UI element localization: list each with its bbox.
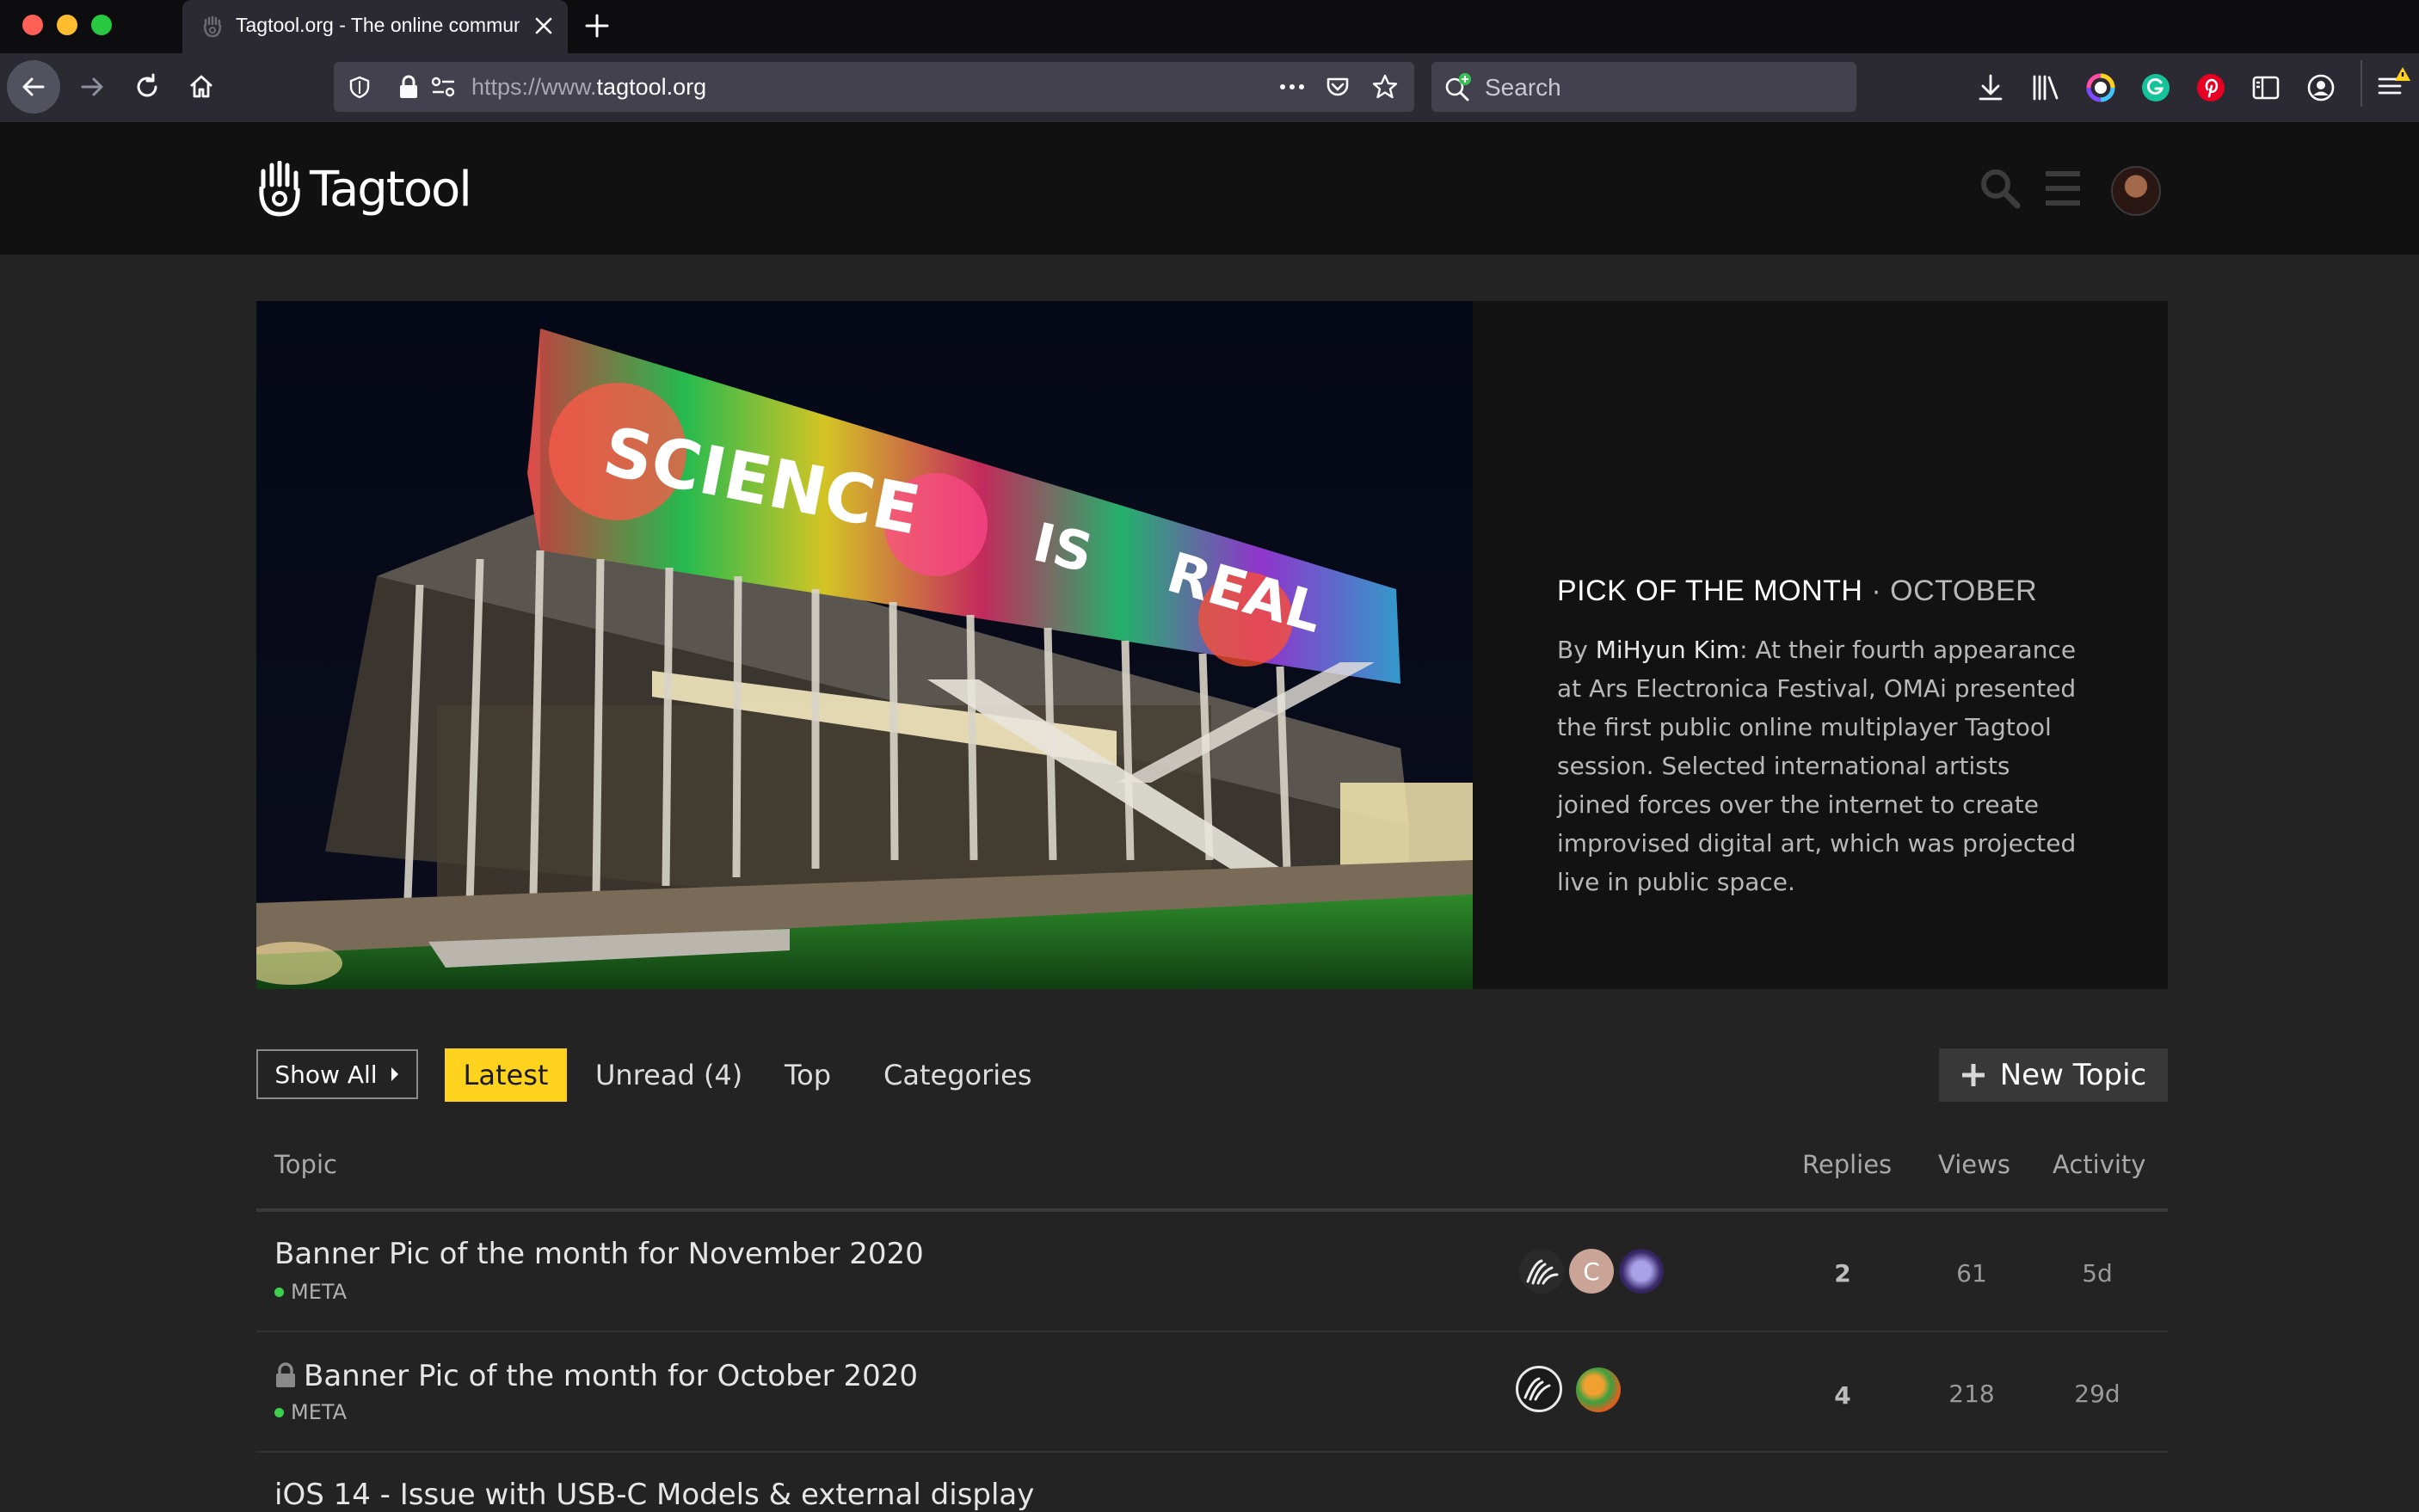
new-topic-label: New Topic [1999,1058,2147,1092]
replies-count: 2 [1834,1259,1851,1288]
back-button[interactable] [7,60,60,114]
show-all-label: Show All [274,1060,378,1089]
address-bar[interactable]: https://www.tagtool.org [334,62,1414,112]
avatar-initial: C [1583,1257,1600,1286]
banner-text: PICK OF THE MONTH · OCTOBER By MiHyun Ki… [1557,575,2090,901]
download-icon[interactable] [1975,72,2006,103]
url-domain: tagtool.org [596,74,707,100]
new-tab-icon[interactable] [582,10,612,41]
sidebar-icon[interactable] [2250,72,2281,103]
tagtool-hand-icon [259,161,300,217]
reload-button[interactable] [120,60,174,114]
zoom-window-button[interactable] [91,15,112,35]
url-prefix: https://www. [471,74,597,100]
tab-top[interactable]: Top [785,1048,831,1102]
poster-avatar[interactable] [1519,1249,1564,1294]
app-menu-icon[interactable] [2374,65,2412,103]
category-color-dot [274,1287,284,1297]
topic-title-link[interactable]: Banner Pic of the month for November 202… [274,1237,924,1271]
banner-heading: PICK OF THE MONTH · OCTOBER [1557,575,2090,608]
banner-description: By MiHyun Kim: At their fourth appearanc… [1557,630,2090,901]
minimize-window-button[interactable] [57,15,77,35]
new-topic-button[interactable]: New Topic [1939,1048,2168,1102]
category-badge[interactable]: META [274,1280,347,1304]
category-label: META [291,1280,348,1304]
library-icon[interactable] [2030,72,2061,103]
site-header: Tagtool [0,123,2419,255]
column-header-views[interactable]: Views [1938,1150,2010,1179]
tagtool-brush-avatar-icon [1523,1377,1551,1401]
account-icon[interactable] [2305,72,2336,103]
row-divider [256,1331,2168,1332]
permissions-icon[interactable] [430,75,456,99]
tab-unread[interactable]: Unread (4) [595,1048,742,1102]
table-header-divider [256,1208,2168,1212]
browser-toolbar: https://www.tagtool.org Search [0,53,2419,123]
bookmark-star-icon[interactable] [1371,73,1399,101]
tagtool-logo[interactable]: Tagtool [256,161,472,218]
column-header-activity[interactable]: Activity [2053,1150,2145,1179]
tagtool-favicon-icon [203,15,222,38]
url-text[interactable]: https://www.tagtool.org [471,74,706,101]
banner-by: By [1557,636,1596,664]
hamburger-menu-icon[interactable] [2044,167,2082,210]
search-icon[interactable] [1979,167,2022,210]
pinterest-icon[interactable] [2195,72,2226,103]
arrow-left-icon [22,77,45,96]
topic-title-link[interactable]: iOS 14 - Issue with USB-C Models & exter… [274,1478,1034,1512]
views-count: 218 [1948,1380,1995,1408]
banner-heading-text: PICK OF THE MONTH [1557,575,1863,607]
home-button[interactable] [175,60,228,114]
close-window-button[interactable] [22,15,43,35]
home-icon [190,75,212,98]
plus-icon [1961,1064,1985,1086]
category-badge[interactable]: META [274,1400,347,1424]
column-header-topic[interactable]: Topic [274,1150,337,1179]
toolbar-separator [2361,60,2362,107]
user-avatar[interactable] [2111,166,2161,216]
pocket-icon[interactable] [1325,74,1351,100]
banner-image[interactable]: SCIENCE IS REAL [256,301,1473,989]
search-placeholder: Search [1485,74,1561,101]
arrow-right-icon [81,77,103,96]
poster-avatar[interactable]: C [1569,1249,1614,1294]
banner-author-link[interactable]: MiHyun Kim [1596,636,1739,664]
category-label: META [291,1400,348,1424]
reload-icon [137,73,157,97]
views-count: 61 [1956,1259,1987,1288]
search-engine-icon[interactable] [1443,72,1474,101]
poster-avatar[interactable] [1576,1368,1621,1412]
category-color-dot [274,1407,284,1417]
tab-categories[interactable]: Categories [883,1048,1031,1102]
tab-title: Tagtool.org - The online community [236,14,520,36]
shield-icon[interactable] [348,75,372,99]
color-extension-icon[interactable] [2085,72,2116,103]
activity-age[interactable]: 29d [2046,1380,2149,1408]
tagtool-brush-avatar-icon [1526,1259,1559,1285]
replies-count: 4 [1834,1381,1851,1410]
browser-tab-active[interactable]: Tagtool.org - The online community [182,0,568,53]
browser-tab-bar: Tagtool.org - The online community [0,0,2419,53]
lock-icon [276,1362,295,1387]
ars-electronica-projection-photo: SCIENCE IS REAL [256,301,1473,989]
caret-right-icon [391,1067,398,1081]
banner-description-text: : At their fourth appearance at Ars Elec… [1557,636,2077,896]
close-tab-icon[interactable] [530,12,557,40]
grammarly-icon[interactable] [2140,72,2171,103]
poster-avatar[interactable] [1619,1249,1664,1294]
activity-age[interactable]: 5d [2046,1259,2149,1288]
row-divider [256,1451,2168,1453]
logo-text: Tagtool [310,161,472,218]
topic-title-link[interactable]: Banner Pic of the month for October 2020 [304,1359,918,1393]
column-header-replies[interactable]: Replies [1802,1150,1892,1179]
tab-latest[interactable]: Latest [445,1048,567,1102]
banner-month: · OCTOBER [1871,575,2038,607]
show-all-dropdown[interactable]: Show All [256,1049,418,1099]
lock-icon[interactable] [397,74,420,100]
more-actions-icon[interactable] [1278,81,1306,93]
forward-button[interactable] [65,60,119,114]
search-bar[interactable]: Search [1431,62,1856,112]
poster-avatar[interactable] [1516,1366,1562,1412]
pick-of-the-month-banner: SCIENCE IS REAL PICK OF THE MONTH · OCTO… [256,301,2168,989]
